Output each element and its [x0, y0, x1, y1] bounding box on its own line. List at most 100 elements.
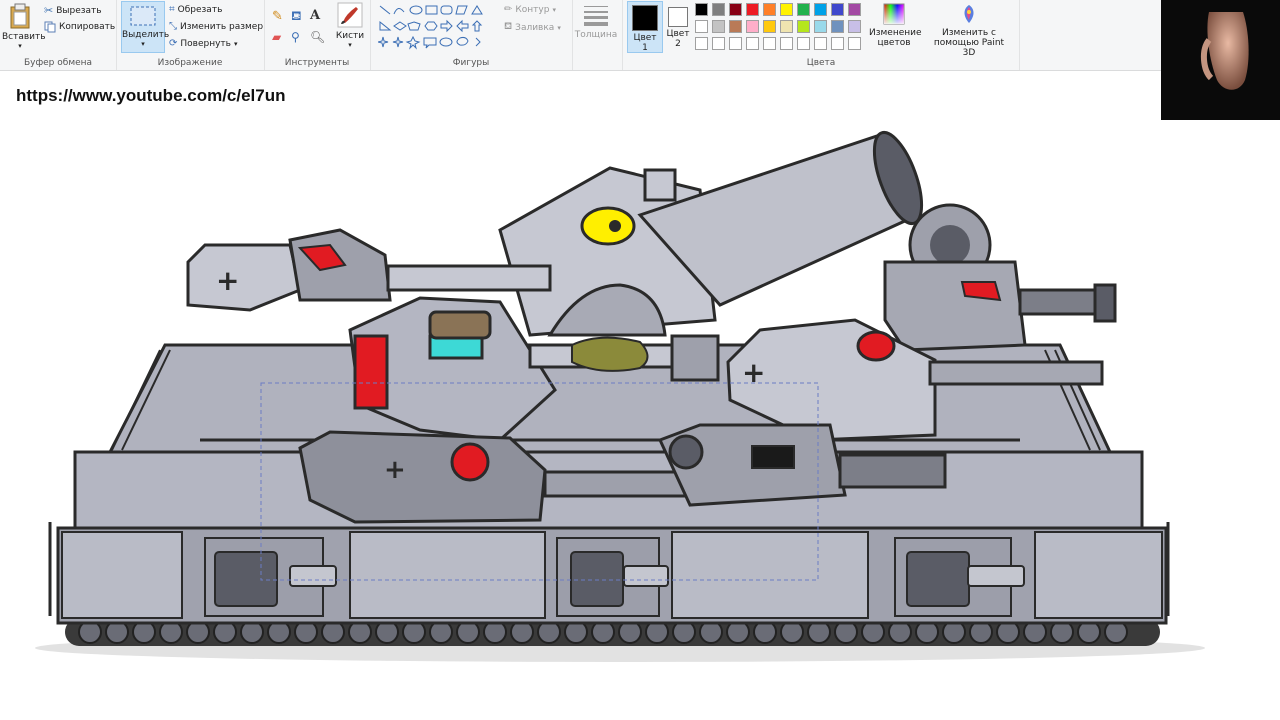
palette-swatch[interactable]: [780, 3, 793, 16]
image-group-label: Изображение: [157, 58, 223, 68]
magnifier-icon[interactable]: 🔍︎: [310, 30, 325, 44]
paint3d-label: Изменить с помощью Paint 3D: [933, 28, 1005, 58]
color2-button[interactable]: Цвет 2: [663, 1, 693, 51]
channel-url-text: https://www.youtube.com/c/el7un: [16, 86, 286, 105]
eraser-icon[interactable]: ▰: [272, 30, 281, 44]
resize-label: Изменить размер: [180, 21, 264, 32]
palette-swatch[interactable]: [831, 37, 844, 50]
shapes-group-label: Фигуры: [452, 58, 490, 68]
rotate-button[interactable]: ⟳ Повернуть ▾: [169, 38, 238, 49]
palette-swatch[interactable]: [814, 37, 827, 50]
palette-swatch[interactable]: [695, 37, 708, 50]
svg-text:+: +: [384, 455, 406, 485]
palette-swatch[interactable]: [712, 3, 725, 16]
paint3d-icon: [964, 5, 974, 23]
crop-icon: ⌗: [169, 4, 175, 15]
palette-swatch[interactable]: [763, 37, 776, 50]
fill-button[interactable]: ⛾ Заливка ▾: [504, 21, 561, 34]
palette-swatch[interactable]: [814, 3, 827, 16]
color-picker-icon[interactable]: ⚲: [291, 30, 300, 44]
outline-label: Контур: [515, 4, 550, 15]
resize-button[interactable]: ⤡ Изменить размер: [169, 21, 263, 32]
hand-image: [1201, 12, 1249, 90]
edit-colors-button[interactable]: Изменение цветов: [867, 3, 922, 48]
select-button[interactable]: Выделить ▾: [121, 1, 170, 53]
brushes-label: Кисти: [335, 31, 365, 41]
edit-colors-label: Изменение цветов: [869, 28, 922, 48]
palette-swatch[interactable]: [746, 20, 759, 33]
clipboard-group-label: Буфер обмена: [23, 58, 93, 68]
colors-group: Цвет 1 Цвет 2 Изменение цветов Изменить …: [622, 0, 1020, 70]
colors-group-label: Цвета: [806, 58, 836, 68]
webcam-overlay: [1161, 0, 1280, 120]
palette-swatch[interactable]: [695, 3, 708, 16]
palette-swatch[interactable]: [712, 20, 725, 33]
copy-button[interactable]: Копировать: [44, 21, 115, 33]
palette-swatch[interactable]: [763, 20, 776, 33]
crop-button[interactable]: ⌗ Обрезать: [169, 4, 222, 15]
shapes-gallery[interactable]: [378, 4, 500, 50]
fill-icon: ⛾: [504, 21, 513, 32]
copy-icon: [44, 21, 56, 33]
tools-group-label: Инструменты: [284, 58, 350, 68]
palette-swatch[interactable]: [729, 37, 742, 50]
shapes-group: ✏ Контур ▾ ⛾ Заливка ▾ Фигуры: [370, 0, 573, 70]
line-thickness-icon: [584, 6, 608, 26]
size-button[interactable]: Толщина: [574, 3, 618, 40]
resize-icon: ⤡: [169, 21, 177, 32]
svg-text:+: +: [742, 356, 765, 389]
color-spectrum-icon: [883, 3, 905, 25]
mortar: [498, 130, 924, 337]
palette-swatch[interactable]: [814, 20, 827, 33]
tank-drawing: + + +: [35, 130, 1205, 662]
text-icon[interactable]: A: [310, 8, 320, 23]
palette-swatch[interactable]: [831, 20, 844, 33]
color1-button[interactable]: Цвет 1: [627, 1, 663, 53]
svg-text:+: +: [216, 264, 239, 297]
fill-bucket-icon[interactable]: ⛾: [291, 9, 302, 26]
rear-left-turret: +: [186, 228, 552, 312]
palette-swatch[interactable]: [797, 37, 810, 50]
upper-right-turret: [883, 203, 1117, 352]
palette-swatch[interactable]: [729, 20, 742, 33]
paste-button[interactable]: Вставить ▾: [2, 3, 46, 50]
color1-swatch: [632, 5, 658, 31]
brush-icon: [337, 2, 363, 28]
select-label: Выделить: [122, 30, 170, 40]
cut-label: Вырезать: [56, 5, 102, 16]
clipboard-group: Вставить ▾ ✂ Вырезать Копировать Буфер о…: [0, 0, 117, 70]
palette-swatch[interactable]: [848, 37, 861, 50]
palette-swatch[interactable]: [712, 37, 725, 50]
palette-swatch[interactable]: [848, 20, 861, 33]
palette-swatch[interactable]: [746, 3, 759, 16]
size-label: Толщина: [574, 30, 618, 40]
rotate-icon: ⟳: [169, 38, 178, 49]
copy-label: Копировать: [59, 22, 116, 32]
color2-label: Цвет 2: [666, 29, 690, 49]
palette-swatch[interactable]: [797, 20, 810, 33]
clipboard-icon: [10, 3, 30, 29]
palette-swatch[interactable]: [763, 3, 776, 16]
brushes-button[interactable]: Кисти ▾: [334, 2, 366, 49]
crop-label: Обрезать: [177, 4, 223, 15]
palette-swatch[interactable]: [848, 3, 861, 16]
palette-swatch[interactable]: [729, 3, 742, 16]
palette-swatch[interactable]: [831, 3, 844, 16]
tools-group: ✎ ⛾ A ▰ ⚲ 🔍︎ Кисти ▾ Инструменты: [264, 0, 371, 70]
palette-swatch[interactable]: [695, 20, 708, 33]
palette-swatch[interactable]: [780, 20, 793, 33]
pencil-icon[interactable]: ✎: [272, 9, 283, 24]
outline-icon: ✏: [504, 4, 513, 15]
palette-swatch[interactable]: [746, 37, 759, 50]
ribbon: Вставить ▾ ✂ Вырезать Копировать Буфер о…: [0, 0, 1280, 71]
palette-swatch[interactable]: [797, 3, 810, 16]
color1-label: Цвет 1: [633, 33, 657, 53]
outline-button[interactable]: ✏ Контур ▾: [504, 4, 556, 15]
scissors-icon: ✂: [44, 4, 54, 17]
paste-label: Вставить: [2, 32, 46, 42]
cut-button[interactable]: ✂ Вырезать: [44, 4, 102, 17]
paint3d-button[interactable]: Изменить с помощью Paint 3D: [927, 3, 1011, 58]
selection-rect-icon: [130, 6, 156, 26]
rotate-label: Повернуть: [180, 38, 231, 49]
palette-swatch[interactable]: [780, 37, 793, 50]
